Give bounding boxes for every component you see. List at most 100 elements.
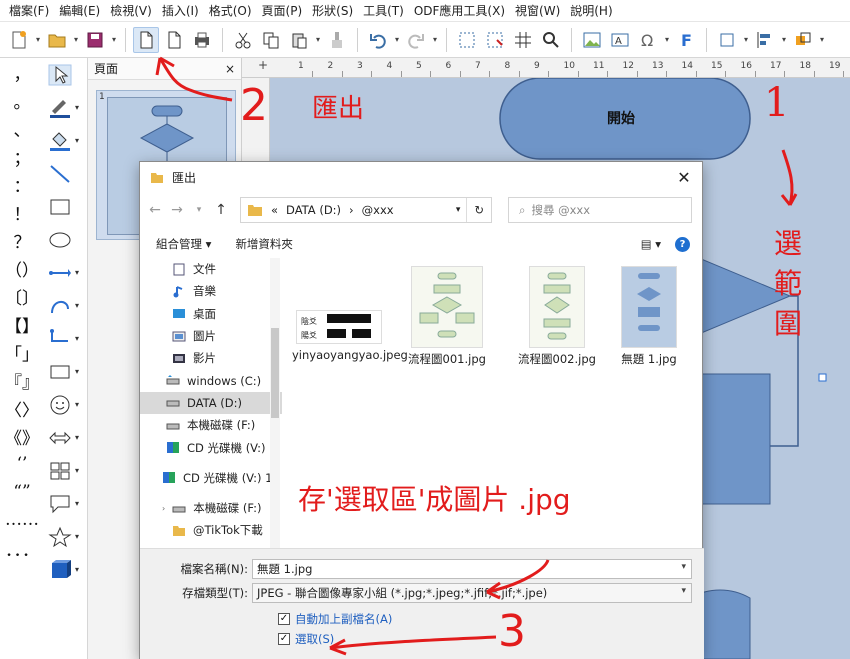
chevron-down-icon[interactable]: ▾ (431, 35, 439, 44)
punct-item[interactable]: 〈〉 (0, 394, 44, 422)
back-icon[interactable]: ← (148, 202, 162, 218)
punct-item[interactable]: 、 (0, 114, 44, 142)
punct-item[interactable]: ！ (0, 198, 44, 226)
nav-item-drive-d[interactable]: DATA (D:) (140, 391, 282, 415)
chevron-down-icon[interactable]: ▾ (110, 35, 118, 44)
file-item[interactable]: 無題 1.jpg (602, 266, 696, 367)
flowchart-tool[interactable]: ▾ (44, 454, 88, 487)
tab-stop-icon[interactable]: + (258, 58, 268, 72)
nav-item-cd-drive[interactable]: CD 光碟機 (V:) 1 (140, 436, 282, 458)
chevron-down-icon[interactable]: ▾ (393, 35, 401, 44)
checkbox-checked-icon[interactable]: ✓ (278, 613, 290, 625)
menu-edit[interactable]: 編輯(E) (54, 2, 105, 19)
chevron-down-icon[interactable]: ▾ (75, 499, 79, 508)
new-folder-button[interactable]: 新增資料夾 (235, 236, 293, 252)
address-folder[interactable]: @xxx (358, 203, 398, 217)
chevron-down-icon[interactable]: ▾ (663, 35, 671, 44)
organize-button[interactable]: 組合管理 ▾ (156, 236, 211, 252)
punct-item[interactable]: 。 (0, 86, 44, 114)
nav-item-drive-c[interactable]: windows (C:) (140, 369, 282, 391)
chevron-down-icon[interactable]: ▾ (75, 301, 79, 310)
chevron-down-icon[interactable]: ▾ (75, 433, 79, 442)
punct-item[interactable]: 〔〕 (0, 282, 44, 310)
chevron-down-icon[interactable]: ▾ (456, 205, 467, 215)
chevron-down-icon[interactable]: ▾ (75, 532, 79, 541)
chevron-down-icon[interactable]: ▾ (75, 466, 79, 475)
insert-image-icon[interactable] (579, 27, 605, 53)
nav-item-music[interactable]: 音樂 (140, 280, 282, 302)
line-color-tool[interactable]: ▾ (44, 91, 88, 124)
punct-item[interactable]: ； (0, 142, 44, 170)
basic-shapes-tool[interactable]: ▾ (44, 355, 88, 388)
chevron-down-icon[interactable]: ▾ (192, 205, 206, 215)
clone-formatting-icon[interactable] (324, 27, 350, 53)
menu-file[interactable]: 檔案(F) (4, 2, 54, 19)
special-character-icon[interactable]: Ω (635, 27, 661, 53)
checkbox-checked-icon[interactable]: ✓ (278, 633, 290, 645)
nav-item-drive-f-2[interactable]: › 本機磁碟 (F:) (140, 497, 282, 519)
forward-icon[interactable]: → (170, 202, 184, 218)
symbol-shapes-tool[interactable]: ▾ (44, 388, 88, 421)
nav-item-cd-drive-2[interactable]: CD 光碟機 (V:) 11 (140, 467, 282, 489)
search-input[interactable]: ⌕ 搜尋 @xxx (508, 197, 692, 223)
menu-tools[interactable]: 工具(T) (358, 2, 409, 19)
nav-item-documents[interactable]: 文件 (140, 258, 282, 280)
chevron-down-icon[interactable]: ▾ (75, 334, 79, 343)
redo-icon[interactable] (403, 27, 429, 53)
address-bar[interactable]: « DATA (D:) › @xxx ▾ ↻ (240, 197, 492, 223)
refresh-icon[interactable]: ↻ (466, 198, 491, 222)
chevron-down-icon[interactable]: ▾ (75, 565, 79, 574)
filetype-select[interactable]: JPEG - 聯合圖像專家小組 (*.jpg;*.jpeg;*.jfif;*.j… (252, 583, 692, 603)
callouts-tool[interactable]: ▾ (44, 487, 88, 520)
new-icon[interactable] (6, 27, 32, 53)
grid-icon[interactable] (454, 27, 480, 53)
export-pdf-icon[interactable] (161, 27, 187, 53)
chevron-down-icon[interactable]: ▾ (742, 35, 750, 44)
curves-tool[interactable]: ▾ (44, 289, 88, 322)
chevron-down-icon[interactable]: ▾ (75, 136, 79, 145)
menu-view[interactable]: 檢視(V) (105, 2, 157, 19)
menu-window[interactable]: 視窗(W) (510, 2, 565, 19)
nav-item-pictures[interactable]: 圖片 (140, 325, 282, 347)
punct-item[interactable]: ．．． (0, 534, 44, 562)
punct-item[interactable]: （） (0, 254, 44, 282)
punct-item[interactable]: …… (0, 506, 44, 534)
chevron-down-icon[interactable]: ▾ (780, 35, 788, 44)
chevron-down-icon[interactable]: ▾ (314, 35, 322, 44)
select-tool[interactable] (44, 58, 88, 91)
chevron-down-icon[interactable]: ▾ (75, 268, 79, 277)
line-tool[interactable] (44, 157, 88, 190)
undo-icon[interactable] (365, 27, 391, 53)
menu-shape[interactable]: 形狀(S) (307, 2, 358, 19)
close-icon[interactable]: × (225, 62, 235, 76)
help-icon[interactable]: ? (675, 236, 690, 252)
chevron-down-icon[interactable]: ▾ (681, 562, 686, 572)
view-options-icon[interactable]: ▤ ▾ (641, 237, 661, 251)
snap-grid-icon[interactable] (482, 27, 508, 53)
nav-item-videos[interactable]: 影片 (140, 347, 282, 369)
rectangle-tool[interactable] (44, 190, 88, 223)
chevron-down-icon[interactable]: ▾ (72, 35, 80, 44)
export-icon[interactable] (133, 26, 159, 53)
selection-handle[interactable] (818, 373, 827, 382)
fill-color-tool[interactable]: ▾ (44, 124, 88, 157)
punct-item[interactable]: 「」 (0, 338, 44, 366)
menu-format[interactable]: 格式(O) (204, 2, 257, 19)
chevron-down-icon[interactable]: ▾ (75, 400, 79, 409)
fontwork-icon[interactable]: F (673, 27, 699, 53)
ellipse-tool[interactable] (44, 223, 88, 256)
nav-item-desktop[interactable]: 桌面 (140, 303, 282, 325)
stars-tool[interactable]: ▾ (44, 520, 88, 553)
chevron-down-icon[interactable]: ▾ (75, 103, 79, 112)
nav-item-tiktok[interactable]: @TikTok下載 (140, 519, 282, 541)
chevron-down-icon[interactable]: ▾ (75, 367, 79, 376)
chevron-right-icon[interactable]: › (162, 504, 165, 513)
nav-item-drive-f[interactable]: 本機磁碟 (F:) (140, 414, 282, 436)
punct-item[interactable]: ‘’ (0, 450, 44, 478)
address-drive[interactable]: DATA (D:) (282, 203, 345, 217)
auto-extension-checkbox[interactable]: ✓ 自動加上副檔名(A) (278, 611, 392, 627)
filename-input[interactable]: 無題 1.jpg ▾ (252, 559, 692, 579)
selection-checkbox[interactable]: ✓ 選取(S) (278, 631, 334, 647)
chevron-down-icon[interactable]: ▾ (818, 35, 826, 44)
file-item[interactable]: 陰爻 陽爻 yinyaoyangyao.jpeg (292, 310, 408, 363)
